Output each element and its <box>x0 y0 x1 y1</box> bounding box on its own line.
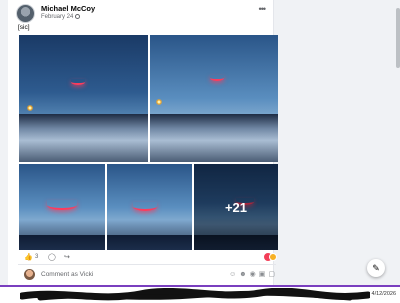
photo-3[interactable] <box>19 164 105 250</box>
globe-icon <box>75 14 81 19</box>
sticker-icon[interactable]: ☺ <box>229 271 239 278</box>
comment-icon[interactable]: ◯ <box>48 253 56 261</box>
taskbar-clock[interactable]: 4/12/2026 <box>372 291 396 297</box>
comment-composer: Comment as Vicki ☺☻◉▣▢ <box>24 269 278 281</box>
photo-2[interactable] <box>150 35 278 162</box>
taskbar: 4/12/2026 <box>0 285 400 303</box>
coastline <box>150 113 278 162</box>
light-arc <box>133 202 157 211</box>
comment-tool-icons[interactable]: ☺☻◉▣▢ <box>229 270 278 278</box>
emoji-icon[interactable]: ☻ <box>239 271 249 278</box>
redaction-scribble <box>20 288 370 301</box>
like-count[interactable]: 3 <box>35 254 38 260</box>
sticker-alt-icon[interactable]: ▢ <box>268 271 278 278</box>
streetlight <box>156 99 162 105</box>
reaction-summary[interactable] <box>264 253 278 261</box>
compose-button[interactable]: ✎ <box>367 259 385 277</box>
light-arc <box>210 75 224 81</box>
gif-icon[interactable]: ▣ <box>259 271 269 278</box>
post-caption: [sic] <box>18 24 30 31</box>
comment-input[interactable]: Comment as Vicki <box>41 271 93 278</box>
light-arc <box>47 200 77 210</box>
more-options-button[interactable]: ••• <box>259 4 267 14</box>
camera-icon[interactable]: ◉ <box>250 271 259 278</box>
sea <box>19 234 105 250</box>
post-actions: 👍 3 ◯ ↪ <box>24 253 278 263</box>
page: Michael McCoy February 24 ••• [sic] +21 … <box>0 0 400 303</box>
post-date[interactable]: February 24 <box>41 14 81 20</box>
scrollbar-thumb[interactable] <box>396 8 400 68</box>
author-name[interactable]: Michael McCoy <box>41 4 95 13</box>
haha-reaction-icon <box>269 253 277 261</box>
scrollbar[interactable] <box>396 0 400 285</box>
sea <box>107 234 192 250</box>
facebook-post: Michael McCoy February 24 ••• [sic] +21 … <box>8 0 278 285</box>
coastline <box>19 113 148 162</box>
light-arc <box>71 79 85 85</box>
commenter-avatar <box>24 269 35 280</box>
divider <box>18 264 276 265</box>
photo-5-more[interactable]: +21 <box>194 164 278 250</box>
thumbs-up-icon[interactable]: 👍 <box>24 253 33 261</box>
more-photos-overlay[interactable]: +21 <box>194 164 278 250</box>
compose-icon: ✎ <box>372 262 380 273</box>
author-avatar[interactable] <box>16 4 35 23</box>
post-date-text[interactable]: February 24 <box>41 14 73 20</box>
more-photos-count[interactable]: +21 <box>225 200 247 215</box>
photo-1[interactable] <box>19 35 148 162</box>
share-icon[interactable]: ↪ <box>64 253 70 261</box>
streetlight <box>27 105 33 111</box>
photo-4[interactable] <box>107 164 192 250</box>
